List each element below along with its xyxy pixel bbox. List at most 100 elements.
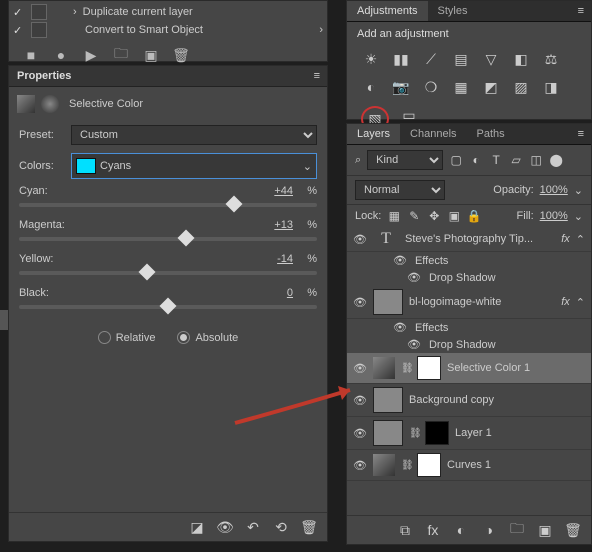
kind-select[interactable]: Kind: [367, 150, 443, 170]
levels-icon[interactable]: ▮▮: [391, 50, 411, 68]
eye-icon[interactable]: 👁: [217, 519, 233, 535]
filter-adj-icon[interactable]: ◐: [469, 153, 483, 167]
layer-row[interactable]: 👁⛓Curves 1: [347, 450, 591, 481]
slider-track[interactable]: [19, 203, 317, 207]
layer-row[interactable]: 👁TSteve's Photography Tip...fx⌃: [347, 227, 591, 252]
folder-icon[interactable]: 🗀: [113, 47, 129, 63]
slider-value[interactable]: 0: [233, 287, 293, 299]
threshold-icon[interactable]: ◨: [541, 78, 561, 96]
layer-thumb[interactable]: [373, 387, 403, 413]
layer-name[interactable]: Selective Color 1: [447, 362, 585, 374]
slider-value[interactable]: +44: [233, 185, 293, 197]
curves-icon[interactable]: ⟋: [421, 50, 441, 68]
tab-adjustments[interactable]: Adjustments: [347, 1, 428, 21]
trash-icon[interactable]: 🗑: [565, 522, 581, 538]
adj-add-icon[interactable]: ◑: [481, 522, 497, 538]
panel-menu-icon[interactable]: ≡: [570, 1, 591, 21]
vibrance-icon[interactable]: ▽: [481, 50, 501, 68]
slider-value[interactable]: -14: [233, 253, 293, 265]
stop-icon[interactable]: ■: [23, 47, 39, 63]
link-layers-icon[interactable]: ⧉: [397, 522, 413, 538]
fx-icon[interactable]: fx: [425, 522, 441, 538]
layer-name[interactable]: Background copy: [409, 394, 585, 406]
lock-all-icon[interactable]: 🔒: [467, 209, 481, 223]
colors-select[interactable]: Cyans ⌄: [71, 153, 317, 179]
photo-filter-icon[interactable]: 📷: [391, 78, 411, 96]
lock-paint-icon[interactable]: ✎: [407, 209, 421, 223]
layer-name[interactable]: Layer 1: [455, 427, 585, 439]
tab-styles[interactable]: Styles: [428, 1, 478, 21]
trash-icon[interactable]: 🗑: [173, 47, 189, 63]
eye-icon[interactable]: 👁: [393, 321, 407, 334]
fill-value[interactable]: 100%: [540, 210, 568, 222]
lock-trans-icon[interactable]: ▦: [387, 209, 401, 223]
effect-item[interactable]: 👁Drop Shadow: [347, 269, 591, 286]
layer-mask[interactable]: [417, 356, 441, 380]
mask-icon[interactable]: [41, 95, 59, 113]
group-icon[interactable]: 🗀: [509, 522, 525, 538]
eye-icon[interactable]: 👁: [407, 338, 421, 351]
lock-move-icon[interactable]: ✥: [427, 209, 441, 223]
slider-thumb[interactable]: [139, 264, 156, 281]
opacity-value[interactable]: 100%: [540, 184, 568, 196]
eye-icon[interactable]: 👁: [407, 271, 421, 284]
filter-pixel-icon[interactable]: ▢: [449, 153, 463, 167]
filter-type-icon[interactable]: T: [489, 153, 503, 167]
invert-icon[interactable]: ◩: [481, 78, 501, 96]
layer-row[interactable]: 👁 Background copy: [347, 384, 591, 417]
layer-name[interactable]: bl-logoimage-white: [409, 296, 555, 308]
reset-icon[interactable]: ↶: [245, 519, 261, 535]
filter-toggle-icon[interactable]: ⬤: [549, 153, 563, 167]
tab-paths[interactable]: Paths: [467, 124, 515, 144]
layer-name[interactable]: Steve's Photography Tip...: [405, 233, 555, 245]
slider-track[interactable]: [19, 305, 317, 309]
posterize-icon[interactable]: ▨: [511, 78, 531, 96]
absolute-radio[interactable]: Absolute: [177, 331, 238, 344]
play-icon[interactable]: ▶: [83, 47, 99, 63]
slider-track[interactable]: [19, 237, 317, 241]
visibility-icon[interactable]: 👁: [353, 233, 367, 246]
new-layer-icon[interactable]: ▣: [537, 522, 553, 538]
chevron-up-icon[interactable]: ⌃: [576, 233, 585, 246]
lock-artboard-icon[interactable]: ▣: [447, 209, 461, 223]
panel-menu-icon[interactable]: ≡: [570, 124, 591, 144]
layer-row[interactable]: 👁bl-logoimage-whitefx⌃: [347, 286, 591, 319]
balance-icon[interactable]: ⚖: [541, 50, 561, 68]
record-icon[interactable]: ●: [53, 47, 69, 63]
bw-icon[interactable]: ◐: [361, 78, 381, 96]
panel-menu-icon[interactable]: ≡: [314, 70, 319, 82]
effect-item[interactable]: 👁Drop Shadow: [347, 336, 591, 353]
layer-thumb[interactable]: [373, 420, 403, 446]
tab-layers[interactable]: Layers: [347, 124, 400, 144]
lookup-icon[interactable]: ▦: [451, 78, 471, 96]
slider-track[interactable]: [19, 271, 317, 275]
chevron-down-icon[interactable]: ⌄: [574, 210, 583, 223]
visibility-icon[interactable]: 👁: [353, 459, 367, 472]
visibility-icon[interactable]: 👁: [353, 296, 367, 309]
slider-value[interactable]: +13: [233, 219, 293, 231]
brightness-icon[interactable]: ☀: [361, 50, 381, 68]
chevron-down-icon[interactable]: ⌄: [574, 184, 583, 197]
eye-icon[interactable]: 👁: [393, 254, 407, 267]
slider-thumb[interactable]: [177, 230, 194, 247]
tab-channels[interactable]: Channels: [400, 124, 466, 144]
layer-thumb[interactable]: [373, 289, 403, 315]
filter-shape-icon[interactable]: ▱: [509, 153, 523, 167]
slider-thumb[interactable]: [160, 298, 177, 315]
layer-row[interactable]: 👁⛓Layer 1: [347, 417, 591, 450]
action-smart-object[interactable]: Convert to Smart Object: [85, 24, 203, 36]
new-icon[interactable]: ▣: [143, 47, 159, 63]
fx-badge[interactable]: fx: [561, 233, 570, 245]
relative-radio[interactable]: Relative: [98, 331, 156, 344]
visibility-icon[interactable]: 👁: [353, 394, 367, 407]
clip-icon[interactable]: ◪: [189, 519, 205, 535]
visibility-icon[interactable]: 👁: [353, 362, 367, 375]
trash-icon[interactable]: 🗑: [301, 519, 317, 535]
blend-mode-select[interactable]: Normal: [355, 180, 445, 200]
layer-row[interactable]: 👁⛓Selective Color 1: [347, 353, 591, 384]
exposure-icon[interactable]: ▤: [451, 50, 471, 68]
hue-icon[interactable]: ◧: [511, 50, 531, 68]
mask-add-icon[interactable]: ◐: [453, 522, 469, 538]
layer-mask[interactable]: [417, 453, 441, 477]
revert-icon[interactable]: ⟲: [273, 519, 289, 535]
